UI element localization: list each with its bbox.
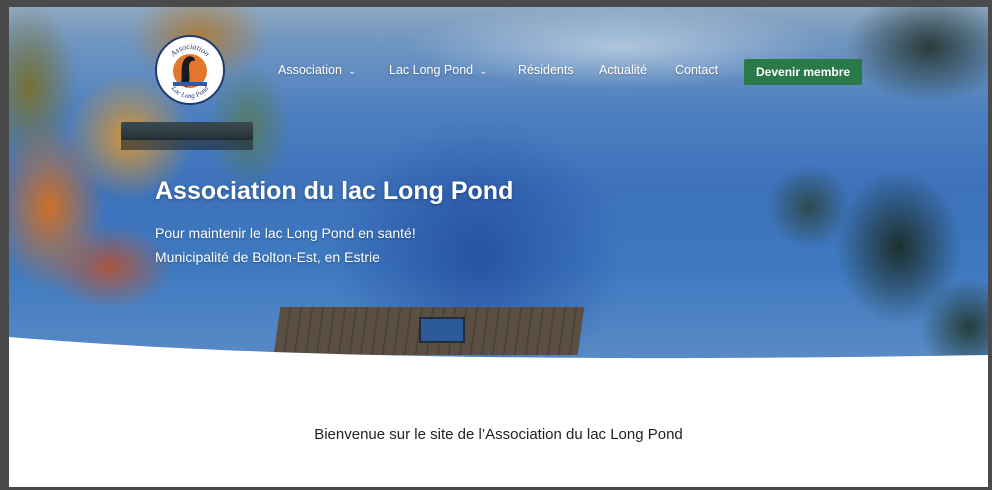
nav-actualite[interactable]: Actualité	[599, 63, 647, 77]
chevron-down-icon: ⌄	[479, 66, 488, 77]
nav-lac-long-pond-label: Lac Long Pond	[389, 63, 474, 77]
main-nav: Association ⌄ Lac Long Pond ⌄ Résidents Ac…	[9, 59, 988, 85]
nav-residents-label: Résidents	[518, 63, 574, 77]
nav-lac-long-pond[interactable]: Lac Long Pond ⌄	[389, 63, 488, 77]
browser-frame: Association Lac Long Pond Association ⌄ L…	[0, 0, 992, 490]
nav-residents[interactable]: Résidents	[518, 63, 574, 77]
nav-actualite-label: Actualité	[599, 63, 647, 77]
nav-contact[interactable]: Contact	[675, 63, 718, 77]
welcome-text: Bienvenue sur le site de l’Association d…	[314, 426, 683, 443]
nav-association-label: Association	[278, 63, 342, 77]
hero-title: Association du lac Long Pond	[155, 177, 514, 205]
hero-banner: Association Lac Long Pond Association ⌄ L…	[9, 7, 988, 367]
floating-dock-image	[121, 122, 253, 150]
hero-wave-divider	[9, 337, 988, 367]
chevron-down-icon: ⌄	[347, 66, 357, 77]
hero-location: Municipalité de Bolton-Est, en Estrie	[155, 249, 380, 265]
nav-contact-label: Contact	[675, 63, 719, 77]
hero-tagline: Pour maintenir le lac Long Pond en santé…	[155, 225, 416, 241]
become-member-button[interactable]: Devenir membre	[744, 59, 863, 85]
nav-association[interactable]: Association ⌄	[278, 63, 356, 77]
